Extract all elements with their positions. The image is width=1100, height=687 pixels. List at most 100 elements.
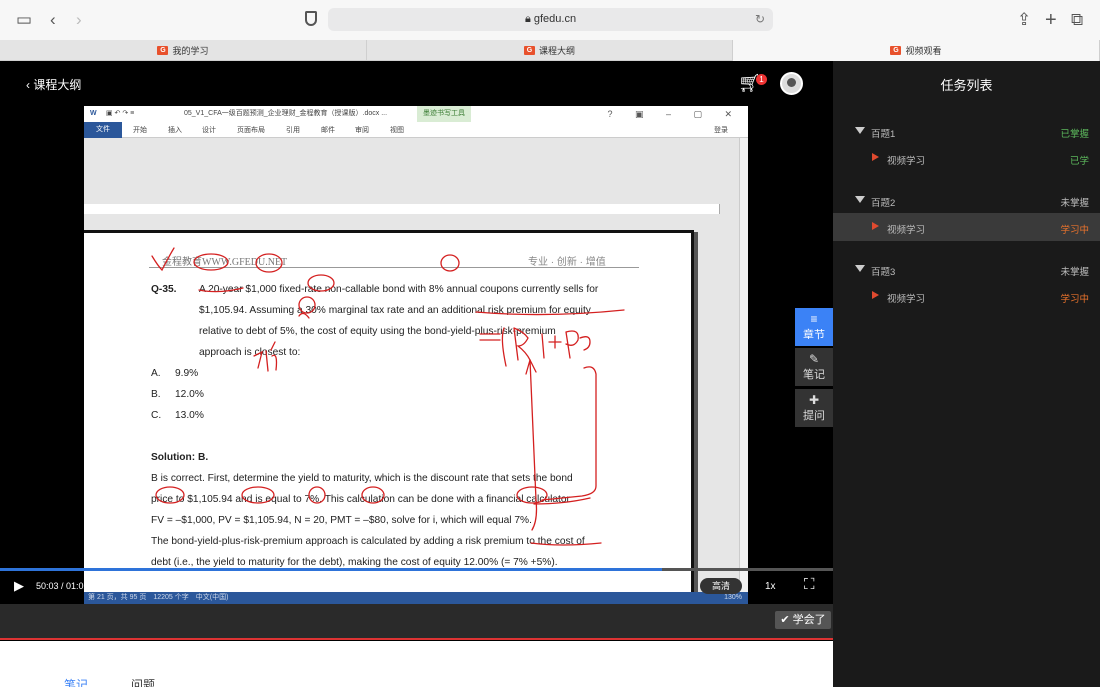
back-label: 课程大纲 — [33, 78, 82, 92]
ribbon-tab-view: 视图 — [390, 127, 404, 134]
document-canvas: 金程教育WWW.GFEDU.NET 专业 · 创新 · 增值 Q-35. A 2… — [84, 138, 740, 602]
solution-line: The bond-yield-plus-risk-premium approac… — [151, 536, 585, 547]
task-item-label: 视频学习 — [887, 225, 926, 236]
solution-title: Solution: B. — [151, 452, 209, 463]
tab-questions[interactable]: 问题 — [131, 676, 155, 687]
video-icon — [872, 222, 879, 230]
volume-icon[interactable]: 🔊︎ — [676, 578, 684, 593]
ask-label: 提问 — [803, 410, 825, 422]
tab-strip: G 我的学习 G 课程大纲 G 视频观看 — [0, 40, 1100, 61]
option-key: B. — [151, 389, 161, 400]
avatar[interactable] — [780, 72, 803, 95]
ribbon-tab-file: 文件 — [84, 122, 122, 138]
word-title-bar: W ▣ ↶ ↷ ≡ 05_V1_CFA一级百题预测_企业理财_金程教育（授课版）… — [84, 106, 748, 138]
ribbon-tab-mailings: 邮件 — [321, 127, 335, 134]
task-group-name: 百题1 — [871, 129, 896, 140]
question-line: $1,105.94. Assuming a 30% marginal tax r… — [199, 305, 591, 316]
back-to-outline-link[interactable]: ‹ 课程大纲 — [26, 76, 81, 93]
question-number: Q-35. — [151, 284, 177, 295]
play-icon[interactable]: ▶ — [14, 578, 24, 594]
task-group-name: 百题3 — [871, 267, 896, 278]
document-page: 金程教育WWW.GFEDU.NET 专业 · 创新 · 增值 Q-35. A 2… — [84, 230, 694, 602]
option-key: C. — [151, 410, 162, 421]
task-group-3[interactable]: 百题3 未掌握 — [833, 255, 1100, 283]
task-item-status: 学习中 — [1060, 294, 1089, 305]
tab-label: 课程大纲 — [538, 46, 575, 56]
fullscreen-icon[interactable]: ⛶ — [804, 576, 815, 593]
forward-icon[interactable]: › — [76, 0, 82, 40]
task-item-3[interactable]: 视频学习 学习中 — [833, 282, 1100, 310]
gfedu-logo-icon: G — [157, 46, 169, 55]
chapter-button[interactable]: ≡ 章节 — [795, 308, 833, 346]
word-ribbon: 文件 开始 插入 设计 页面布局 引用 邮件 审阅 视图 登录 — [84, 122, 748, 138]
option-value: 9.9% — [175, 368, 199, 379]
solution-line: price to $1,105.94 and is equal to 7%. T… — [151, 494, 573, 505]
caret-down-icon — [855, 127, 865, 134]
word-status-text: 第 21 页，共 95 页 12205 个字 中文(中国) — [88, 594, 229, 601]
task-item-label: 视频学习 — [887, 156, 926, 167]
notes-label: 笔记 — [803, 369, 825, 381]
task-item-2[interactable]: 视频学习 学习中 — [833, 213, 1100, 241]
progress-bar[interactable] — [0, 568, 833, 571]
document-scrollbar — [739, 138, 748, 594]
lock-icon: 🔒︎ — [524, 13, 531, 25]
ask-button[interactable]: ✚ 提问 — [795, 389, 833, 427]
task-group-name: 百题2 — [871, 198, 896, 209]
learned-button[interactable]: ✔ 学会了 — [775, 611, 831, 629]
new-tab-icon[interactable]: + — [1045, 0, 1057, 40]
browser-toolbar: ▭ ‹ › 🔒︎ gfedu.cn ↻ ⇪ + ⧉ — [0, 0, 1100, 40]
word-app-icon: W — [90, 110, 97, 117]
tab-course-outline[interactable]: G 课程大纲 — [367, 40, 733, 61]
option-value: 13.0% — [175, 410, 204, 421]
word-login: 登录 — [714, 127, 728, 134]
sidebar-toggle-icon[interactable]: ▭ — [16, 0, 32, 40]
tab-label: 我的学习 — [172, 46, 209, 56]
privacy-shield-icon[interactable] — [305, 11, 317, 26]
notes-button[interactable]: ✎ 笔记 — [795, 348, 833, 386]
previous-page-edge — [84, 204, 720, 214]
quality-selector[interactable]: 高清 — [700, 578, 742, 594]
back-icon[interactable]: ‹ — [50, 0, 56, 40]
player-footer — [0, 604, 833, 640]
solution-line: FV = –$1,000, PV = $1,105.94, N = 20, PM… — [151, 515, 532, 526]
address-bar[interactable]: 🔒︎ gfedu.cn ↻ — [328, 8, 773, 31]
pencil-icon: ✎ — [808, 352, 820, 366]
question-icon: ✚ — [808, 393, 820, 407]
task-list-panel: 任务列表 百题1 已掌握 视频学习 已学 百题2 未掌握 视频学习 学习中 百题… — [833, 61, 1100, 687]
speed-selector[interactable]: 1x — [765, 581, 776, 592]
option-value: 12.0% — [175, 389, 204, 400]
task-group-1[interactable]: 百题1 已掌握 — [833, 117, 1100, 145]
word-status-bar: 第 21 页，共 95 页 12205 个字 中文(中国) 130% — [84, 592, 748, 604]
chapter-label: 章节 — [803, 329, 825, 341]
ink-tools-title: 墨迹书写工具 — [423, 110, 465, 117]
task-item-1[interactable]: 视频学习 已学 — [833, 144, 1100, 172]
ribbon-tab-references: 引用 — [286, 127, 300, 134]
tab-overview-icon[interactable]: ⧉ — [1071, 0, 1083, 40]
tab-video[interactable]: G 视频观看 — [733, 40, 1100, 61]
task-list-title: 任务列表 — [940, 78, 993, 93]
option-key: A. — [151, 368, 161, 379]
progress-fill — [0, 568, 663, 571]
tab-notes[interactable]: 笔记 — [64, 676, 88, 687]
tab-my-learning[interactable]: G 我的学习 — [0, 40, 367, 61]
share-icon[interactable]: ⇪ — [1017, 0, 1031, 40]
list-icon: ≡ — [810, 312, 818, 326]
solution-line: B is correct. First, determine the yield… — [151, 473, 573, 484]
time-display: 50:03 / 01:02:58 — [36, 581, 102, 591]
task-group-status: 未掌握 — [1060, 267, 1089, 278]
learned-label: 学会了 — [792, 614, 826, 626]
page-header-left: 金程教育WWW.GFEDU.NET — [162, 257, 288, 268]
gfedu-logo-icon: G — [890, 46, 902, 55]
video-icon — [872, 291, 879, 299]
window-controls: ? ▣ – ▢ ✕ — [607, 109, 742, 119]
task-item-label: 视频学习 — [887, 294, 926, 305]
gfedu-logo-icon: G — [523, 46, 535, 55]
ribbon-tab-design: 设计 — [202, 127, 216, 134]
task-group-2[interactable]: 百题2 未掌握 — [833, 186, 1100, 214]
page-header-right: 专业 · 创新 · 增值 — [528, 257, 606, 268]
caret-down-icon — [855, 196, 865, 203]
caret-down-icon — [855, 265, 865, 272]
save-icon: ▣ ↶ ↷ ≡ — [106, 110, 135, 117]
task-group-status: 未掌握 — [1060, 198, 1089, 209]
reload-icon[interactable]: ↻ — [755, 8, 765, 31]
